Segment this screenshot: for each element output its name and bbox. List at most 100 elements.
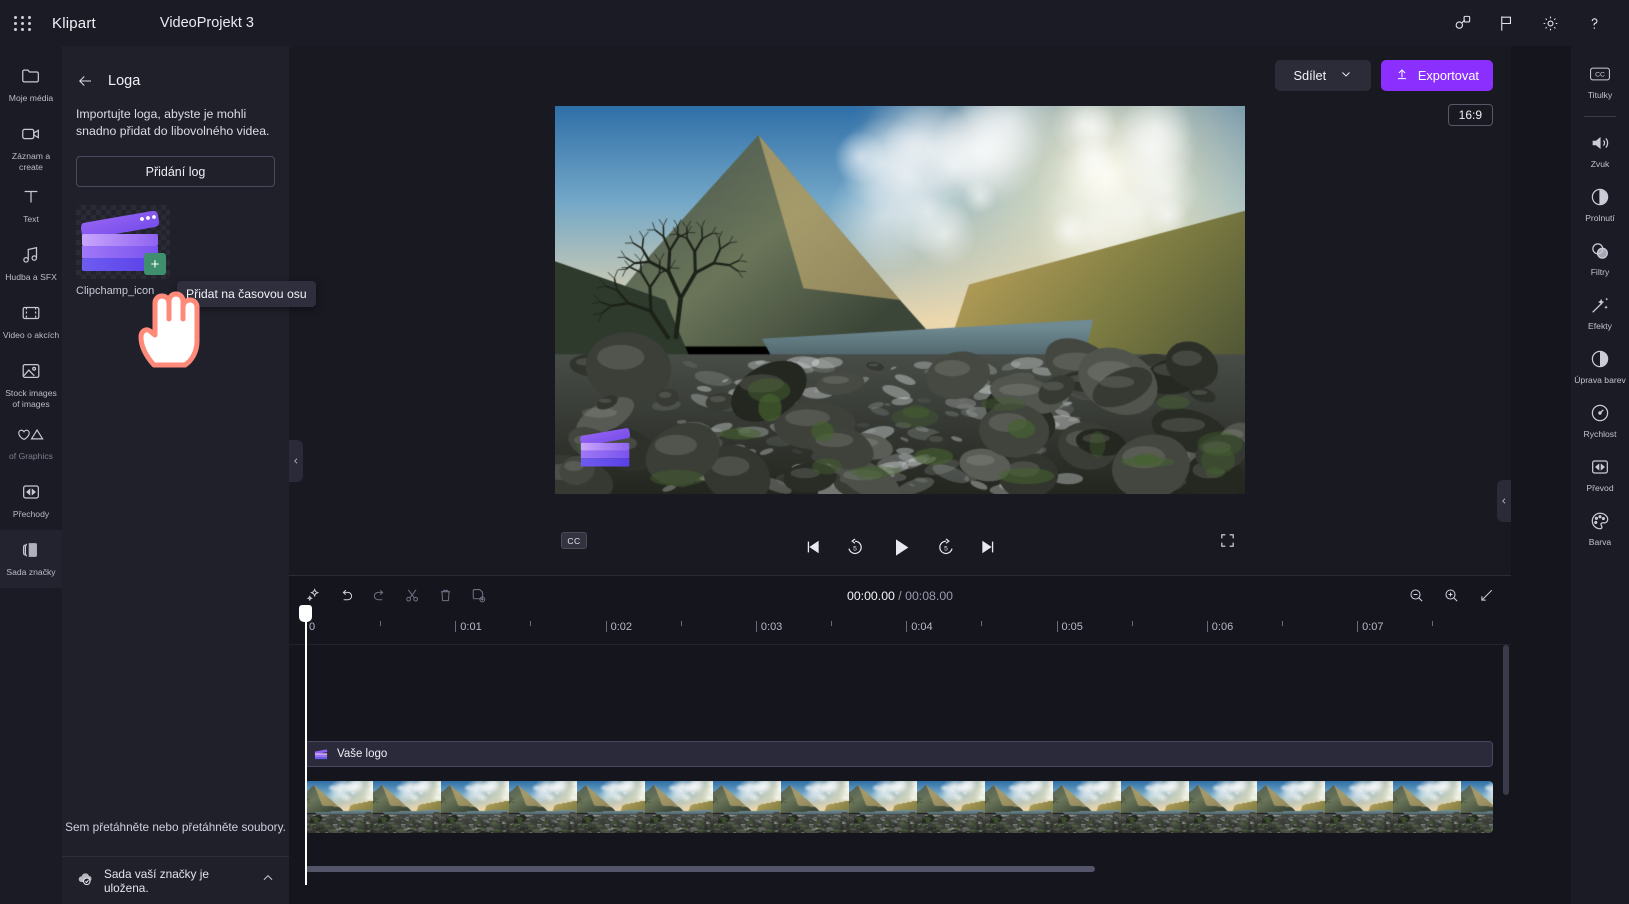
right-panel-collapse-handle[interactable]	[1497, 480, 1511, 522]
sidebar-item-label: of Graphics	[9, 451, 53, 462]
video-preview[interactable]	[555, 106, 1245, 494]
film-icon	[20, 300, 42, 326]
right-rail-item-titulky[interactable]: CC Titulky	[1571, 56, 1629, 110]
ruler-tick: 0:03	[756, 621, 757, 632]
scrollbar-thumb[interactable]	[1503, 645, 1509, 795]
timeline-clip-logo[interactable]: Vaše logo	[305, 741, 1493, 767]
right-rail-item-prolnuti[interactable]: Prolnutí	[1571, 179, 1629, 233]
filmstrip-frame	[577, 781, 645, 833]
project-title[interactable]: VideoProjekt 3	[160, 15, 254, 31]
flag-icon[interactable]	[1489, 6, 1523, 40]
timeline-ruler[interactable]: 0 0:01 0:02 0:03 0:04 0:05 0:06 0:07	[289, 615, 1511, 645]
filmstrip-frame	[1461, 781, 1493, 833]
right-rail-item-label: Převod	[1586, 483, 1613, 493]
sidebar-item-prechody[interactable]: Přechody	[0, 472, 62, 530]
ruler-tick-mark	[530, 621, 531, 626]
skip-next-icon[interactable]	[978, 537, 998, 557]
app-launcher-icon[interactable]	[0, 0, 46, 46]
filmstrip-frame	[713, 781, 781, 833]
overlay-logo-watermark[interactable]	[577, 424, 637, 472]
brand-kit-saved-footer[interactable]: Sada vaší značky je uložena.	[62, 856, 289, 904]
palette-icon	[1589, 509, 1611, 533]
right-rail-item-filtry[interactable]: Filtry	[1571, 233, 1629, 287]
ruler-tick-mark	[1432, 621, 1433, 626]
replay-5-icon[interactable]: 5	[845, 537, 865, 557]
share-button[interactable]: Sdílet	[1275, 60, 1371, 91]
panel-collapse-handle[interactable]	[289, 440, 303, 482]
ruler-tick-minor	[981, 621, 982, 626]
add-logo-button[interactable]: Přidání log	[76, 156, 275, 187]
skip-previous-icon[interactable]	[803, 537, 823, 557]
music-icon	[20, 242, 42, 268]
right-rail-item-label: Filtry	[1591, 267, 1610, 277]
sidebar-item-label: Stock images of images	[2, 388, 60, 409]
timeline-vertical-scrollbar[interactable]	[1503, 645, 1509, 904]
playhead[interactable]	[305, 605, 307, 885]
fullscreen-icon[interactable]	[1219, 532, 1236, 554]
timeline-horizontal-scrollbar[interactable]	[305, 866, 1493, 872]
zoom-out-icon[interactable]	[1408, 587, 1425, 604]
chevron-up-icon[interactable]	[261, 871, 275, 890]
ruler-tick-minor	[681, 621, 682, 626]
help-icon[interactable]	[1577, 6, 1611, 40]
right-rail-item-efekty[interactable]: Efekty	[1571, 287, 1629, 341]
ruler-tick: 0:02	[606, 621, 607, 632]
export-button[interactable]: Exportovat	[1381, 60, 1493, 91]
right-rail-item-label: Prolnutí	[1585, 213, 1615, 223]
sidebar-item-zaznam-a-create[interactable]: Záznam a create	[0, 114, 62, 177]
back-arrow-icon[interactable]	[76, 72, 94, 90]
ruler-tick-minor	[831, 621, 832, 626]
timeline-tools	[305, 587, 487, 604]
timeline-clip-video[interactable]	[305, 781, 1493, 833]
add-to-timeline-badge[interactable]: +	[144, 253, 166, 275]
sidebar-item-graphics[interactable]: of Graphics	[0, 414, 62, 472]
filmstrip-frame	[1121, 781, 1189, 833]
filmstrip-frame	[849, 781, 917, 833]
ruler-tick-label: 0:06	[1212, 621, 1233, 633]
fit-timeline-icon[interactable]	[1478, 587, 1495, 604]
sidebar-item-moje-media[interactable]: Moje média	[0, 56, 62, 114]
sidebar-item-hudba-a-sfx[interactable]: Hudba a SFX	[0, 235, 62, 293]
undo-button[interactable]	[338, 587, 355, 604]
upload-icon	[1395, 67, 1409, 84]
right-rail-item-prevod[interactable]: Převod	[1571, 449, 1629, 503]
playhead-knob[interactable]	[299, 605, 312, 622]
filmstrip-frame	[305, 781, 373, 833]
ruler-tick: 0:07	[1357, 621, 1358, 632]
clip-thumbnail-icon	[314, 748, 329, 761]
sidebar-item-label: Záznam a create	[2, 151, 60, 172]
right-rail-item-rychlost[interactable]: Rychlost	[1571, 395, 1629, 449]
right-rail-item-zvuk[interactable]: Zvuk	[1571, 125, 1629, 179]
filmstrip-frame	[1325, 781, 1393, 833]
right-rail-item-barva[interactable]: Barva	[1571, 503, 1629, 557]
sidebar-item-label: Video o akcích	[3, 330, 59, 341]
sidebar-item-label: Hudba a SFX	[5, 272, 57, 283]
right-rail-item-uprava-barev[interactable]: Úprava barev	[1571, 341, 1629, 395]
sparkle-icon[interactable]	[305, 587, 322, 604]
right-rail-item-label: Zvuk	[1591, 159, 1610, 169]
redo-button[interactable]	[371, 587, 388, 604]
forward-5-icon[interactable]: 5	[936, 537, 956, 557]
scrollbar-thumb[interactable]	[305, 866, 1095, 872]
collaborate-icon[interactable]	[1445, 6, 1479, 40]
ruler-tick: 0:04	[906, 621, 907, 632]
ruler-tick-mark	[1132, 621, 1133, 626]
aspect-ratio-chip[interactable]: 16:9	[1448, 104, 1493, 126]
brand-label: Klipart	[52, 15, 96, 32]
sidebar-item-text[interactable]: Text	[0, 177, 62, 235]
time-separator: /	[895, 589, 905, 603]
panel-title: Loga	[108, 73, 140, 89]
filmstrip-frame	[1189, 781, 1257, 833]
sidebar-item-video-o-akcich[interactable]: Video o akcích	[0, 293, 62, 351]
zoom-in-icon[interactable]	[1443, 587, 1460, 604]
duplicate-icon[interactable]	[470, 587, 487, 604]
play-button[interactable]	[887, 534, 914, 561]
scissors-icon[interactable]	[404, 587, 421, 604]
logo-asset-tile[interactable]: + Clipchamp_icon	[76, 205, 170, 297]
sidebar-item-stock-images[interactable]: Stock images of images	[0, 351, 62, 414]
sidebar-item-sada-znacky[interactable]: Sada značky	[0, 530, 62, 588]
gear-icon[interactable]	[1533, 6, 1567, 40]
trash-icon[interactable]	[437, 587, 454, 604]
filmstrip-frame	[917, 781, 985, 833]
filmstrip-frame	[645, 781, 713, 833]
